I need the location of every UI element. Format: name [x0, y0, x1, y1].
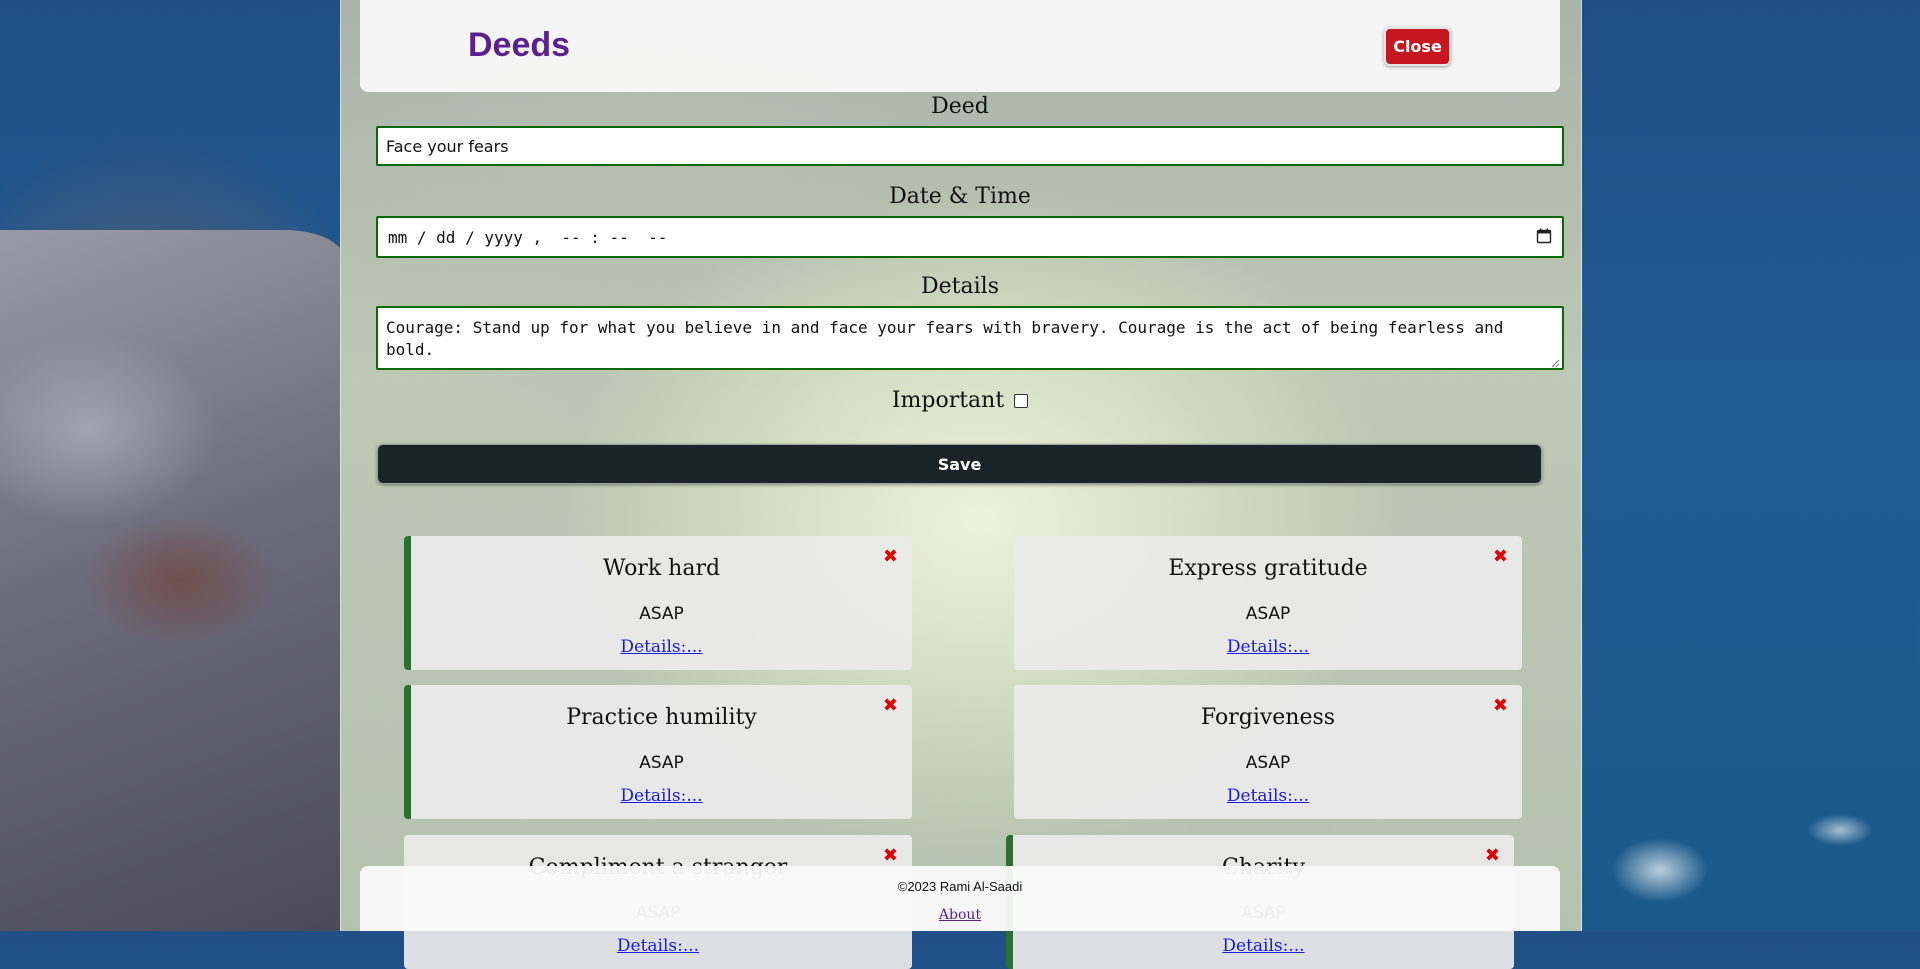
deed-card: Forgiveness ASAP Details:... ✖	[1014, 685, 1522, 819]
background-rock	[0, 230, 345, 931]
important-label: Important	[891, 388, 1005, 413]
deed-details-link[interactable]: Details:...	[1013, 936, 1514, 956]
deed-input[interactable]: Face your fears	[376, 126, 1564, 166]
deed-date: ASAP	[1245, 753, 1291, 773]
close-button[interactable]: Close	[1384, 27, 1451, 66]
deed-date: ASAP	[1245, 604, 1291, 624]
deed-card: Express gratitude ASAP Details:... ✖	[1014, 536, 1522, 670]
deed-details-link[interactable]: Details:...	[404, 936, 912, 956]
deed-title: Forgiveness	[1200, 705, 1336, 730]
deed-date: ASAP	[639, 753, 684, 773]
deed-details-link[interactable]: Details:...	[411, 786, 912, 806]
datetime-input[interactable]: mm / dd / yyyy , -- : -- --	[376, 216, 1564, 258]
deed-title: Express gratitude	[1168, 556, 1368, 581]
copyright-text: ©2023 Rami Al-Saadi	[897, 879, 1023, 894]
important-row: Important	[376, 388, 1544, 413]
deed-title: Practice humility	[566, 705, 757, 730]
deed-title: Work hard	[602, 556, 721, 581]
deed-card: Practice humility ASAP Details:... ✖	[404, 685, 912, 819]
details-label: Details	[921, 274, 999, 299]
remove-icon[interactable]: ✖	[1493, 547, 1508, 567]
page-title: Deeds	[468, 26, 571, 64]
remove-icon[interactable]: ✖	[883, 547, 898, 567]
remove-icon[interactable]: ✖	[883, 696, 898, 716]
remove-icon[interactable]: ✖	[1485, 846, 1500, 866]
deed-date: ASAP	[639, 604, 684, 624]
background-waves	[1580, 740, 1920, 931]
details-textarea[interactable]: Courage: Stand up for what you believe i…	[376, 306, 1564, 370]
deed-details-link[interactable]: Details:...	[411, 637, 912, 657]
deed-details-link[interactable]: Details:...	[1014, 637, 1522, 657]
save-button[interactable]: Save	[377, 444, 1542, 484]
deed-details-link[interactable]: Details:...	[1014, 786, 1522, 806]
footer: ©2023 Rami Al-Saadi About	[360, 866, 1560, 931]
datetime-placeholder: mm / dd / yyyy , -- : -- --	[388, 228, 668, 247]
important-checkbox[interactable]	[1014, 394, 1029, 408]
resize-grip-icon[interactable]	[1550, 358, 1560, 368]
remove-icon[interactable]: ✖	[1493, 696, 1508, 716]
datetime-label: Date & Time	[889, 184, 1031, 209]
about-link[interactable]: About	[360, 907, 1560, 923]
remove-icon[interactable]: ✖	[883, 846, 898, 866]
header: Deeds Close	[360, 0, 1560, 92]
calendar-icon[interactable]	[1536, 228, 1552, 244]
deed-card: Work hard ASAP Details:... ✖	[404, 536, 912, 670]
deed-label: Deed	[931, 94, 989, 119]
